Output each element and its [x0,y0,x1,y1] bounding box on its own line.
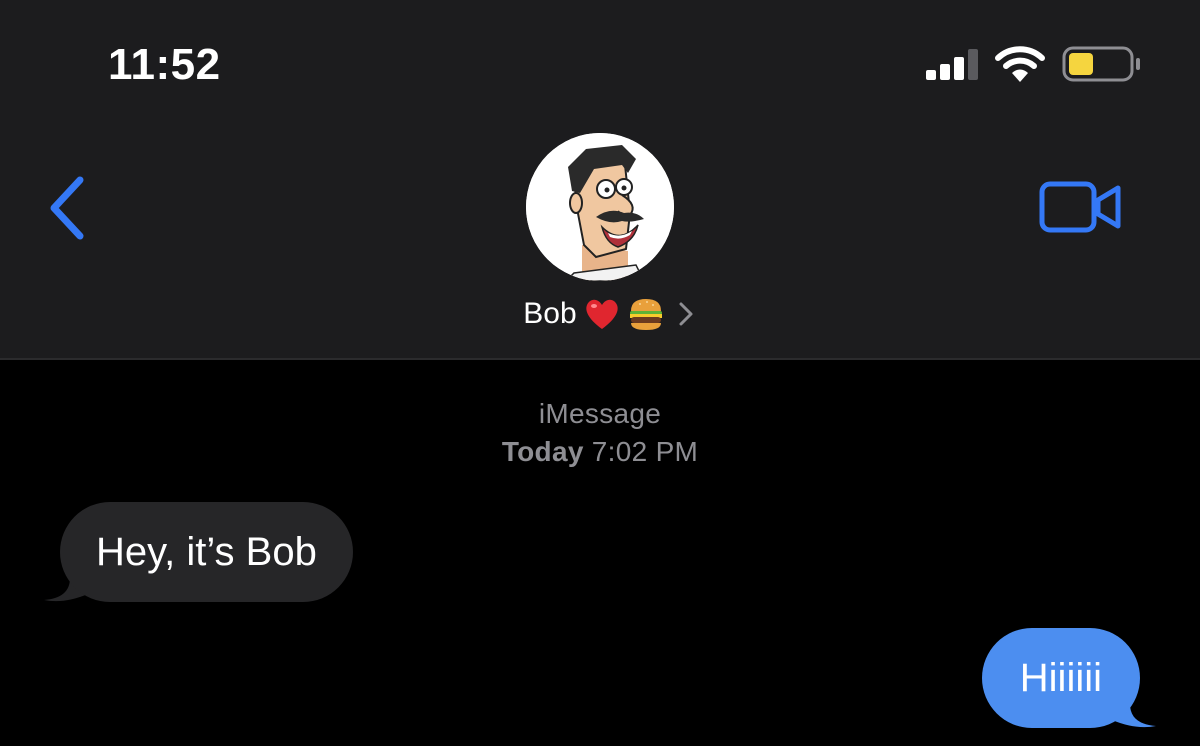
back-chevron-icon[interactable] [40,172,96,244]
bob-cartoon-icon [526,133,674,281]
contact-details-link[interactable]: Bob [0,292,1200,336]
heart-emoji-icon [586,299,618,329]
conversation-timestamp: Today 7:02 PM [0,436,1200,468]
outgoing-message-bubble[interactable]: Hiiiiii [981,628,1140,728]
battery-icon [1062,46,1140,82]
video-camera-icon[interactable] [1036,178,1126,238]
messages-screen: 11:52 Bob iMessage Today 7:02 PM Hey, it… [0,0,1200,746]
status-bar-time: 11:52 [108,40,221,89]
service-label: iMessage [538,398,662,429]
contact-avatar[interactable] [526,133,674,281]
incoming-message-bubble[interactable]: Hey, it’s Bob [60,502,353,602]
wifi-icon [995,46,1045,82]
cellular-signal-icon [926,49,978,80]
conversation-header: 11:52 Bob [0,0,1200,358]
timestamp-day: Today [501,436,584,467]
contact-name: Bob [523,297,577,330]
header-divider [0,358,1200,360]
timestamp-time: 7:02 PM [591,436,699,467]
hamburger-emoji-icon [629,299,662,330]
chevron-right-icon [679,302,693,326]
